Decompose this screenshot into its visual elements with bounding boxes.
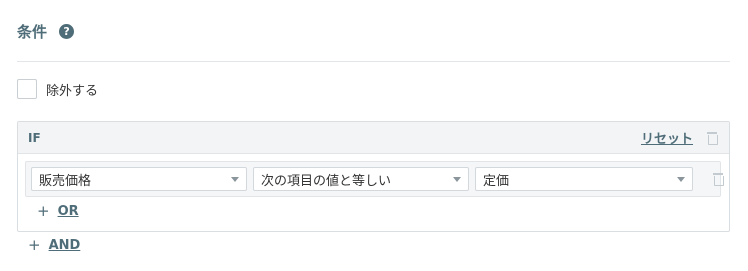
divider <box>17 61 730 62</box>
add-and-label: AND <box>48 237 81 253</box>
add-or-button[interactable]: + OR <box>37 202 79 220</box>
chevron-down-icon <box>453 177 461 182</box>
plus-icon: + <box>28 236 41 254</box>
plus-icon: + <box>37 202 50 220</box>
chevron-down-icon <box>231 177 239 182</box>
if-header: IF リセット <box>18 122 729 154</box>
add-or-label: OR <box>57 203 79 219</box>
section-title: 条件 <box>17 23 48 41</box>
add-and-button[interactable]: + AND <box>28 236 80 254</box>
field-select[interactable]: 販売価格 <box>31 167 247 191</box>
trash-icon[interactable] <box>713 173 724 186</box>
condition-row: 販売価格 次の項目の値と等しい 定価 <box>25 161 724 197</box>
operator-select-value: 次の項目の値と等しい <box>261 173 392 189</box>
operator-select[interactable]: 次の項目の値と等しい <box>253 167 469 191</box>
value-select-value: 定価 <box>483 173 510 189</box>
value-select[interactable]: 定価 <box>475 167 693 191</box>
chevron-down-icon <box>677 177 685 182</box>
help-icon[interactable]: ? <box>59 24 75 39</box>
if-label: IF <box>28 130 41 145</box>
exclude-checkbox[interactable] <box>17 79 37 99</box>
section-header: 条件 ? <box>17 21 75 42</box>
trash-icon[interactable] <box>707 131 718 145</box>
condition-editor: 条件 ? 除外する IF リセット 販売価格 次の項目の値と等しい 定価 + O… <box>0 0 748 271</box>
exclude-option[interactable]: 除外する <box>17 79 98 99</box>
field-select-value: 販売価格 <box>39 173 92 189</box>
exclude-label: 除外する <box>46 83 99 99</box>
reset-link[interactable]: リセット <box>641 128 693 147</box>
if-block: IF リセット 販売価格 次の項目の値と等しい 定価 + OR <box>17 121 730 232</box>
if-actions: リセット <box>641 128 718 147</box>
